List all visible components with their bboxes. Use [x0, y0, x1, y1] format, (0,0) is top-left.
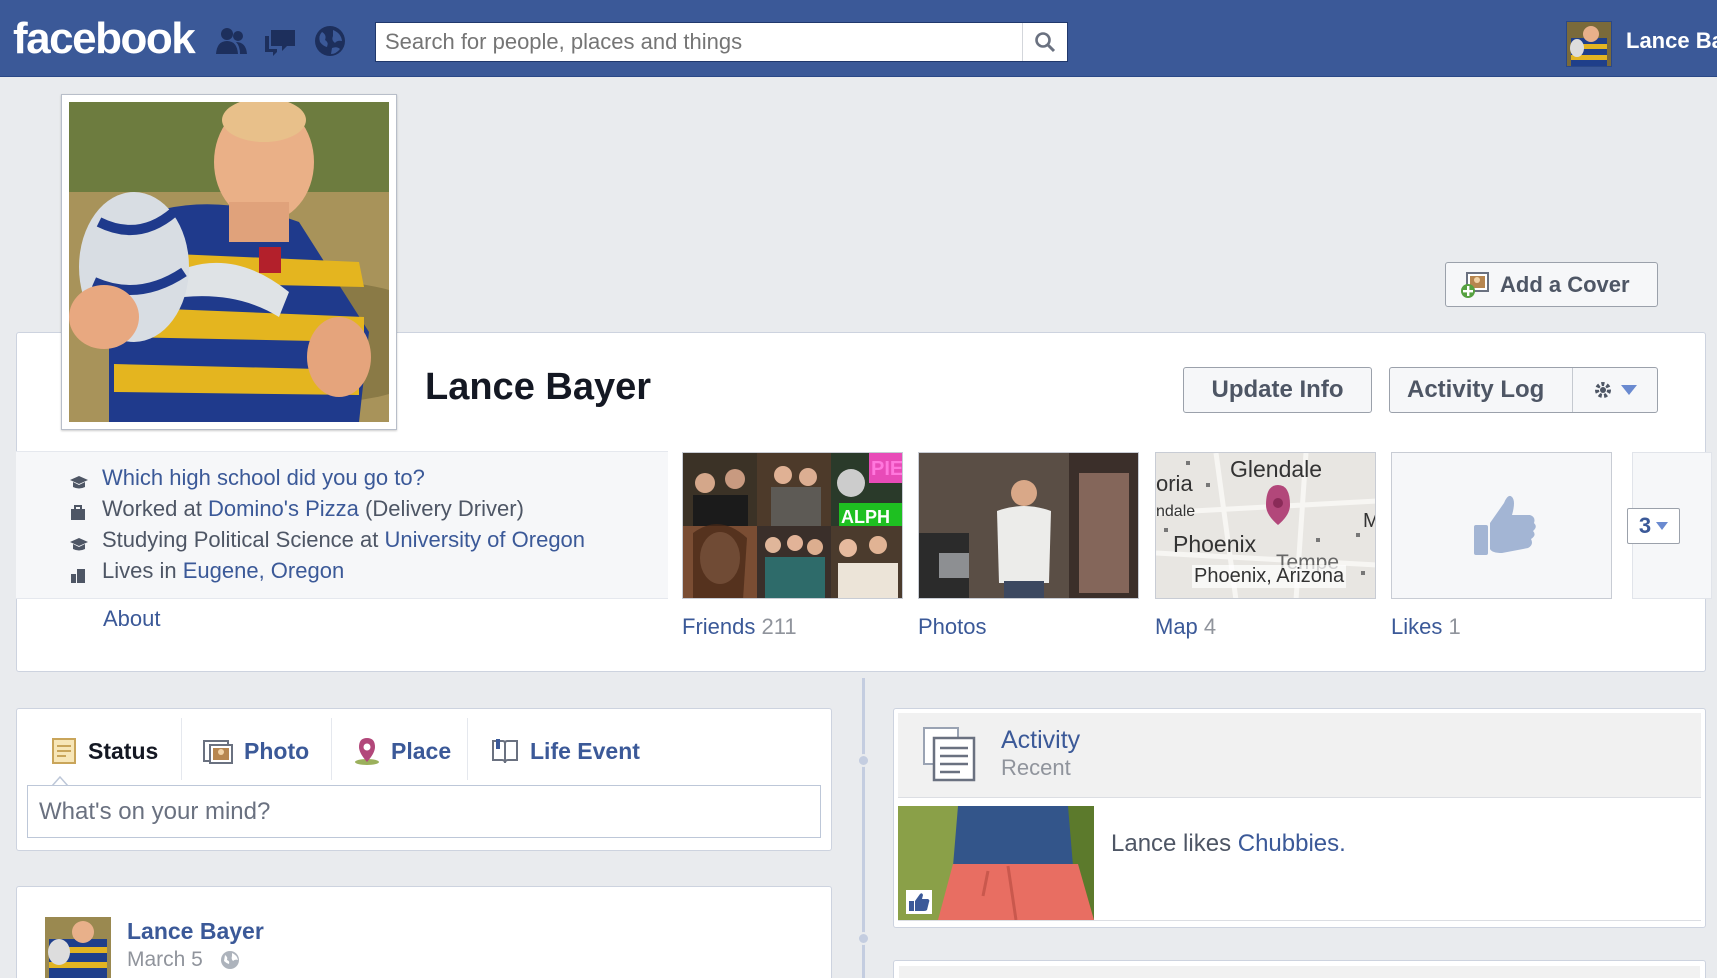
activity-log-button[interactable]: Activity Log	[1390, 376, 1572, 404]
work-place-link[interactable]: Domino's Pizza	[208, 496, 359, 522]
info-school: Which high school did you go to?	[70, 465, 425, 491]
map-label-m: M	[1363, 510, 1375, 533]
search-input[interactable]	[376, 23, 1021, 61]
more-tiles-dropdown[interactable]: 3	[1627, 508, 1680, 544]
briefcase-icon	[70, 501, 86, 520]
activity-text: Lance likes Chubbies.	[1111, 830, 1346, 858]
profile-picture[interactable]	[61, 94, 449, 430]
tab-photo-label: Photo	[244, 737, 310, 764]
friends-tile[interactable]: PIE ALPH	[682, 452, 903, 599]
activity-list-icon	[923, 727, 976, 782]
likes-count: 1	[1448, 614, 1461, 639]
search-box	[375, 22, 1068, 62]
user-name-link[interactable]: Lance Ba	[1626, 28, 1717, 54]
user-avatar[interactable]	[1566, 21, 1612, 67]
friends-collage-image: PIE ALPH	[683, 453, 903, 598]
info-work: Worked at Domino's Pizza (Delivery Drive…	[70, 496, 524, 522]
work-prefix: Worked at	[102, 496, 208, 521]
tab-photo[interactable]: Photo	[202, 722, 309, 780]
about-link[interactable]: About	[103, 606, 161, 632]
next-activity-card	[893, 960, 1706, 978]
tab-status[interactable]: Status	[50, 722, 158, 780]
chubbies-link[interactable]: Chubbies.	[1238, 830, 1346, 857]
photo-icon	[203, 740, 233, 764]
friends-tile-label[interactable]: Friends 211	[682, 614, 797, 640]
notifications-globe-icon[interactable]	[313, 24, 347, 58]
friends-count: 211	[761, 614, 797, 639]
photos-preview-image	[919, 453, 1138, 598]
study-place-link[interactable]: University of Oregon	[385, 527, 586, 553]
tab-place-label: Place	[391, 737, 452, 764]
post-author-name[interactable]: Lance Bayer	[127, 918, 264, 945]
update-info-button[interactable]: Update Info	[1183, 367, 1372, 413]
activity-subtitle: Recent	[1001, 755, 1071, 780]
profile-photo-image	[69, 98, 449, 422]
chevron-down-icon	[1621, 385, 1637, 395]
public-globe-icon[interactable]	[219, 949, 241, 971]
friend-requests-icon[interactable]	[214, 24, 248, 58]
svg-text:ALPH: ALPH	[841, 507, 890, 527]
map-count: 4	[1203, 614, 1217, 639]
graduation-cap-icon	[70, 532, 88, 551]
friends-label: Friends	[682, 614, 756, 639]
likes-tile-label[interactable]: Likes 1	[1391, 614, 1461, 640]
post-meta: March 5	[127, 948, 241, 972]
add-photo-icon	[1461, 271, 1489, 298]
map-tile-label[interactable]: Map 4	[1155, 614, 1216, 640]
lives-prefix: Lives in	[102, 558, 183, 583]
search-icon	[1035, 32, 1056, 53]
photos-tile-label[interactable]: Photos	[918, 614, 987, 640]
post-author-avatar[interactable]	[45, 917, 111, 978]
tab-place[interactable]: Place	[353, 722, 451, 780]
info-study: Studying Political Science at University…	[70, 527, 585, 553]
likes-tile[interactable]	[1391, 452, 1612, 599]
status-input[interactable]: What's on your mind?	[27, 785, 821, 838]
location-pin-icon	[355, 738, 379, 765]
svg-text:PIE: PIE	[871, 458, 903, 480]
map-tile[interactable]: Glendale oria ndale M Phoenix Tempe Phoe…	[1155, 452, 1376, 599]
like-badge-icon	[906, 890, 932, 914]
study-prefix: Studying Political Science at	[102, 527, 385, 552]
info-lives: Lives in Eugene, Oregon	[70, 558, 344, 584]
activity-log-group: Activity Log	[1389, 367, 1658, 413]
tab-life-event[interactable]: Life Event	[490, 722, 640, 780]
map-caption: Phoenix, Arizona	[1192, 565, 1347, 588]
top-navigation-bar: facebook Lance Ba	[0, 0, 1717, 77]
activity-title[interactable]: Activity	[1001, 726, 1080, 755]
timeline-dot	[857, 754, 870, 767]
activity-thumbnail[interactable]	[898, 806, 1094, 920]
gear-icon	[1595, 382, 1611, 398]
photos-tile[interactable]	[918, 452, 1139, 599]
status-icon	[52, 738, 76, 764]
map-label-glendale: Glendale	[1230, 456, 1323, 482]
facebook-logo[interactable]: facebook	[13, 14, 196, 64]
profile-name: Lance Bayer	[425, 366, 652, 408]
map-label: Map	[1155, 614, 1198, 639]
chevron-down-icon	[1656, 522, 1669, 530]
home-city-icon	[70, 563, 86, 583]
school-question-link[interactable]: Which high school did you go to?	[102, 465, 425, 491]
work-role: (Delivery Driver)	[358, 496, 524, 521]
settings-dropdown[interactable]	[1573, 380, 1657, 400]
activity-text-prefix: Lance likes	[1111, 830, 1238, 857]
messages-icon[interactable]	[263, 24, 297, 58]
post-date[interactable]: March 5	[127, 948, 203, 972]
tab-status-label: Status	[88, 737, 159, 764]
thumbs-up-icon	[1392, 453, 1611, 598]
more-tiles-count: 3	[1638, 513, 1652, 538]
likes-label: Likes	[1391, 614, 1443, 639]
timeline-dot	[857, 932, 870, 945]
search-button[interactable]	[1022, 23, 1067, 61]
map-label-phoenix: Phoenix	[1173, 531, 1257, 557]
map-label-ndale: ndale	[1156, 503, 1196, 520]
add-cover-label: Add a Cover	[1500, 271, 1630, 297]
life-event-icon	[492, 739, 518, 764]
lives-place-link[interactable]: Eugene, Oregon	[183, 558, 344, 584]
tab-life-event-label: Life Event	[530, 737, 640, 764]
school-icon	[70, 470, 88, 489]
add-cover-button[interactable]: Add a Cover	[1445, 262, 1658, 307]
map-label-oria: oria	[1156, 471, 1193, 496]
